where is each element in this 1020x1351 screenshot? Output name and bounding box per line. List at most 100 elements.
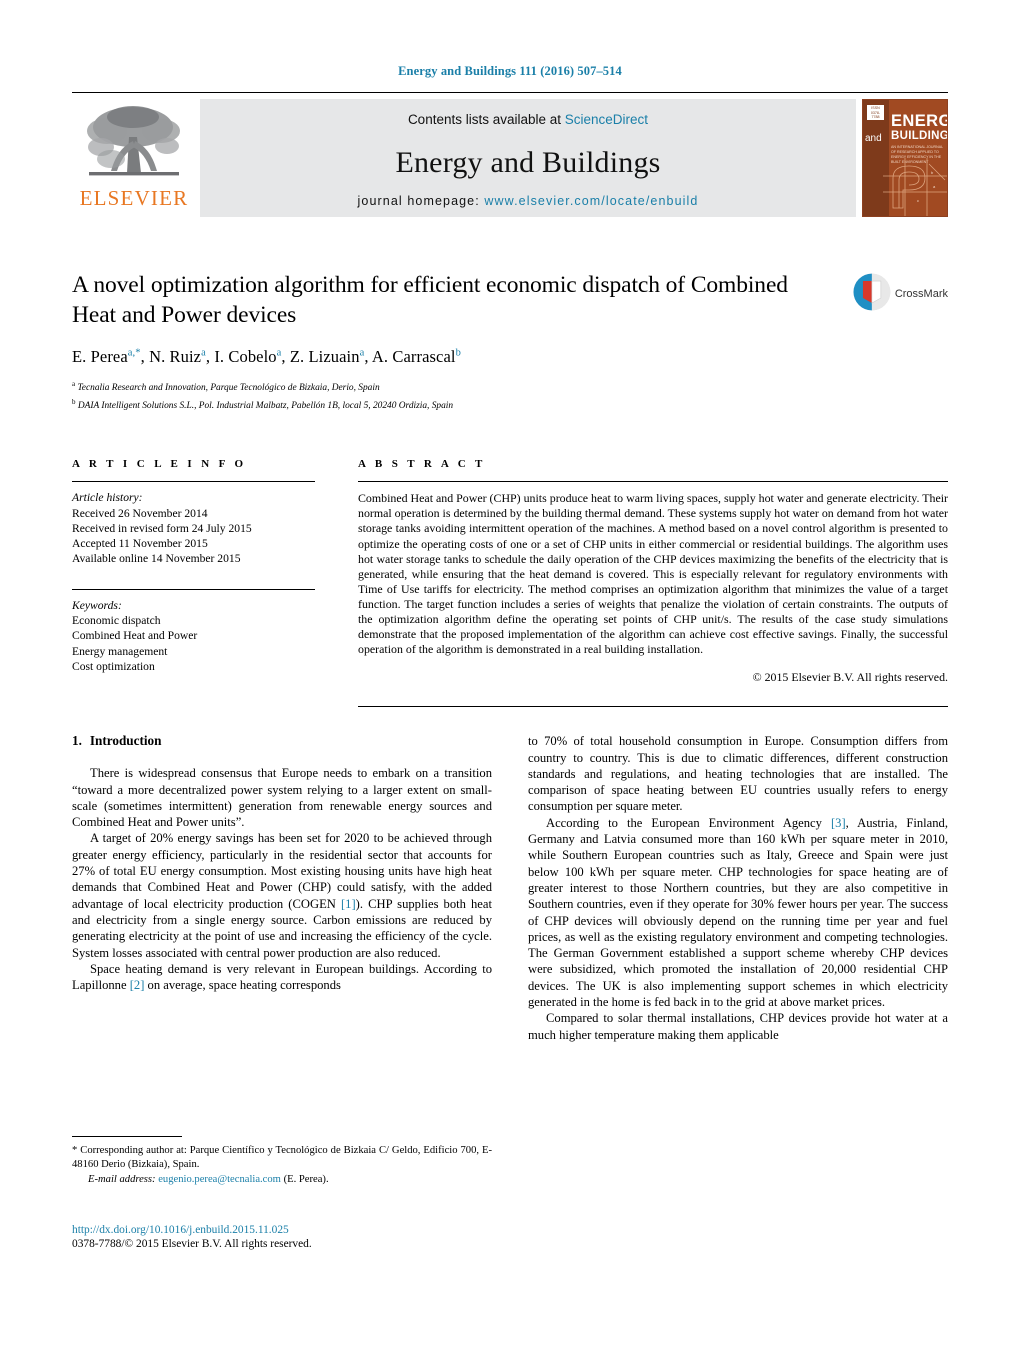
section-title: Introduction [89, 733, 162, 749]
crossmark-icon [853, 273, 891, 311]
journal-cover-thumbnail: ISSN 0378-7788 and ENERGY BUILDINGS AN I… [862, 99, 948, 217]
author-item: A. Carrascalb [372, 347, 461, 366]
elsevier-logo: ELSEVIER [72, 99, 196, 211]
affiliation-text: DAIA Intelligent Solutions S.L., Pol. In… [77, 400, 454, 411]
title-area: A novel optimization algorithm for effic… [72, 270, 948, 413]
history-item: Accepted 11 November 2015 [72, 537, 208, 551]
history-item: Received in revised form 24 July 2015 [72, 521, 252, 535]
journal-title: Energy and Buildings [395, 146, 661, 179]
cover-and-word: and [865, 133, 882, 144]
homepage-prefix: journal homepage: [357, 194, 485, 208]
paragraph-part: According to the European Environment Ag… [546, 815, 831, 830]
abstract-bottom-rule [358, 706, 948, 708]
author-marks: b [455, 347, 461, 359]
article-info-rule [72, 481, 315, 483]
affiliation-mark: b [72, 397, 76, 406]
issn-copyright-line: 0378-7788/© 2015 Elsevier B.V. All right… [72, 1238, 312, 1250]
affiliation-item: a Tecnalia Research and Innovation, Parq… [72, 378, 948, 396]
elsevier-wordmark: ELSEVIER [79, 186, 189, 210]
paragraph: Space heating demand is very relevant in… [72, 961, 492, 994]
body-column-left: 1. Introduction There is widespread conse… [72, 733, 492, 1043]
body-column-gap [492, 733, 528, 1043]
section-heading-introduction: 1. Introduction [72, 733, 492, 749]
corresponding-author-note: * Corresponding author at: Parque Cientí… [72, 1145, 492, 1170]
keywords-label: Keywords: [72, 598, 122, 612]
svg-text:b: b [931, 170, 934, 175]
author-name: E. Perea [72, 347, 128, 366]
crossmark-label: CrossMark [894, 288, 948, 300]
footnote-rule [72, 1136, 182, 1137]
author-marks: a [276, 347, 282, 359]
author-name: Z. Lizuain [289, 347, 360, 366]
history-item: Available online 14 November 2015 [72, 552, 241, 566]
paragraph-part: , Austria, Finland, Germany and Latvia c… [528, 815, 948, 1010]
footnote-area: * Corresponding author at: Parque Cientí… [72, 1136, 492, 1187]
citation-ref-3[interactable]: [3] [831, 816, 846, 830]
affiliation-mark: a [72, 380, 76, 388]
author-list: E. Pereaa,*, N. Ruiza, I. Cobeloa, Z. Li… [72, 347, 461, 366]
contents-prefix: Contents lists available at [407, 112, 565, 127]
abstract-copyright: © 2015 Elsevier B.V. All rights reserved… [752, 670, 948, 685]
author-name: A. Carrascal [371, 347, 456, 366]
author-item: I. Cobeloa [214, 347, 281, 366]
body-column-right: to 70% of total household consumption in… [528, 733, 948, 1043]
doi-block: http://dx.doi.org/10.1016/j.enbuild.2015… [72, 1224, 502, 1250]
abstract-heading: A B S T R A C T [358, 458, 486, 471]
email-link[interactable]: eugenio.perea@tecnalia.com [158, 1174, 281, 1185]
paragraph: There is widespread consensus that Europ… [72, 766, 492, 830]
paragraph: A target of 20% energy savings has been … [72, 830, 492, 960]
keyword-item: Combined Heat and Power [72, 629, 198, 643]
history-item: Received 26 November 2014 [72, 506, 208, 520]
abstract-rule [358, 481, 948, 483]
author-marks: a [359, 347, 365, 359]
keyword-item: Energy management [72, 644, 168, 658]
author-name: N. Ruiz [149, 347, 202, 366]
paragraph: to 70% of total household consumption in… [528, 734, 948, 814]
cover-energy-word: ENERGY [891, 112, 947, 130]
citation-ref-1[interactable]: [1] [341, 897, 356, 911]
crossmark-badge[interactable]: CrossMark [852, 272, 948, 312]
elsevier-tree-icon [81, 101, 187, 187]
affiliation-text: Tecnalia Research and Innovation, Parque… [77, 383, 380, 394]
page-title: A novel optimization algorithm for effic… [72, 272, 788, 328]
svg-text:a: a [933, 184, 936, 189]
keywords-rule [72, 588, 315, 590]
keywords-block: Keywords: Economic dispatch Combined Hea… [72, 598, 315, 674]
journal-homepage-line: journal homepage: www.elsevier.com/locat… [358, 194, 699, 208]
citation-ref-2[interactable]: [2] [130, 978, 145, 992]
cover-buildings-word: BUILDINGS [891, 130, 947, 142]
section-number: 1. [72, 733, 82, 749]
svg-text:c: c [917, 198, 919, 203]
sciencedirect-link[interactable]: ScienceDirect [565, 112, 648, 127]
contents-available-line: Contents lists available at ScienceDirec… [408, 112, 648, 127]
keyword-item: Economic dispatch [72, 614, 161, 628]
email-label: E-mail address: [88, 1174, 156, 1185]
info-abstract-section: A R T I C L E I N F O Article history: R… [72, 458, 948, 708]
abstract-text: Combined Heat and Power (CHP) units prod… [358, 491, 948, 657]
author-item: Z. Lizuaina [290, 347, 365, 366]
author-name: I. Cobelo [214, 347, 277, 366]
journal-band: Contents lists available at ScienceDirec… [200, 99, 856, 217]
running-head: Energy and Buildings 111 (2016) 507–514 [398, 64, 622, 78]
affiliation-list: a Tecnalia Research and Innovation, Parq… [72, 378, 948, 413]
cover-diagram-graphic: b a c [883, 158, 947, 216]
author-marks: a,* [127, 347, 141, 359]
abstract-column: A B S T R A C T Combined Heat and Power … [358, 458, 948, 708]
paragraph: Compared to solar thermal installations,… [528, 1011, 948, 1042]
column-gap [315, 458, 358, 707]
article-page: Energy and Buildings 111 (2016) 507–514 [0, 0, 1020, 1351]
article-info-heading: A R T I C L E I N F O [72, 458, 247, 471]
author-item: E. Pereaa,* [72, 347, 141, 366]
paragraph: According to the European Environment Ag… [528, 815, 948, 1011]
cover-issn-logo: ISSN 0378-7788 [867, 105, 884, 120]
doi-link[interactable]: http://dx.doi.org/10.1016/j.enbuild.2015… [72, 1224, 502, 1236]
paragraph-part: on average, space heating corresponds [144, 978, 341, 993]
email-suffix: (E. Perea). [283, 1174, 329, 1185]
article-history-label: Article history: [72, 491, 143, 505]
author-item: N. Ruiza [149, 347, 206, 366]
journal-homepage-link[interactable]: www.elsevier.com/locate/enbuild [484, 194, 698, 208]
author-marks: a [201, 347, 206, 359]
article-info-column: A R T I C L E I N F O Article history: R… [72, 458, 315, 707]
keyword-item: Cost optimization [72, 659, 155, 673]
email-note: E-mail address: eugenio.perea@tecnalia.c… [72, 1173, 492, 1187]
